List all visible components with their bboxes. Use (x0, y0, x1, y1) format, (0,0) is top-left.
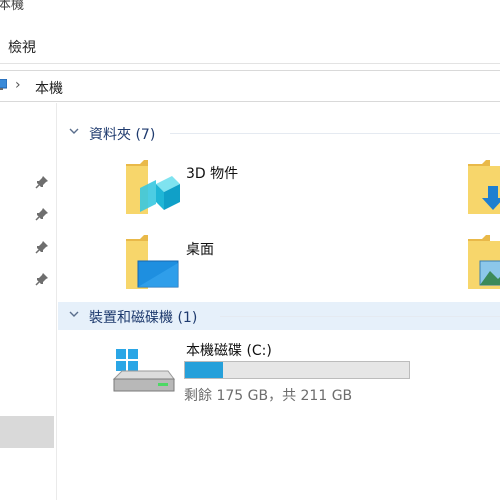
drive-usage-bar (184, 361, 410, 379)
chevron-down-icon[interactable] (68, 308, 80, 320)
folder-pictures-icon (468, 235, 500, 289)
content-area: 資料夾 (7) 3D 物件 桌面 裝置和磁碟機 (1) 本機磁碟 (C:) 剩餘… (58, 103, 500, 500)
pin-icon[interactable] (35, 240, 49, 254)
folder-3d-objects-icon (126, 160, 180, 214)
folder-label[interactable]: 3D 物件 (186, 163, 238, 183)
group-divider (170, 133, 500, 134)
group-label-devices: 裝置和磁碟機 (1) (89, 310, 198, 326)
drive-label[interactable]: 本機磁碟 (C:) (186, 340, 272, 360)
navigation-pane (0, 103, 57, 500)
drive-c[interactable] (110, 349, 176, 397)
folder-label[interactable]: 桌面 (186, 239, 214, 259)
group-divider (220, 316, 500, 317)
group-header-folders[interactable]: 資料夾 (7) (58, 119, 500, 147)
pin-icon[interactable] (35, 207, 49, 221)
ribbon-tab-view[interactable]: 檢視 (8, 37, 36, 57)
window-title: 本機 (0, 0, 25, 13)
nav-item-selected[interactable] (0, 416, 54, 448)
drive-free-space: 剩餘 175 GB，共 211 GB (184, 388, 353, 404)
folder-downloads-icon (468, 160, 500, 214)
group-label-folders: 資料夾 (7) (89, 127, 156, 143)
pin-icon[interactable] (35, 175, 49, 189)
breadcrumb-this-pc[interactable]: 本機 (35, 78, 63, 98)
folder-desktop[interactable] (122, 233, 180, 295)
pin-icon[interactable] (35, 272, 49, 286)
windows-drive-icon (112, 349, 175, 392)
breadcrumb-separator: › (15, 77, 21, 93)
this-pc-icon (0, 79, 7, 90)
folder-desktop-icon (126, 235, 179, 289)
title-bar: 本機 (0, 0, 500, 26)
group-header-devices[interactable]: 裝置和磁碟機 (1) (58, 302, 500, 330)
drive-usage-fill (185, 362, 224, 378)
folder-downloads[interactable] (468, 158, 500, 220)
folder-3d-objects[interactable] (122, 158, 180, 220)
ribbon: 檢視 (0, 26, 500, 64)
folder-pictures[interactable] (468, 233, 500, 295)
address-bar[interactable]: › 本機 (0, 70, 500, 102)
chevron-down-icon[interactable] (68, 125, 80, 137)
